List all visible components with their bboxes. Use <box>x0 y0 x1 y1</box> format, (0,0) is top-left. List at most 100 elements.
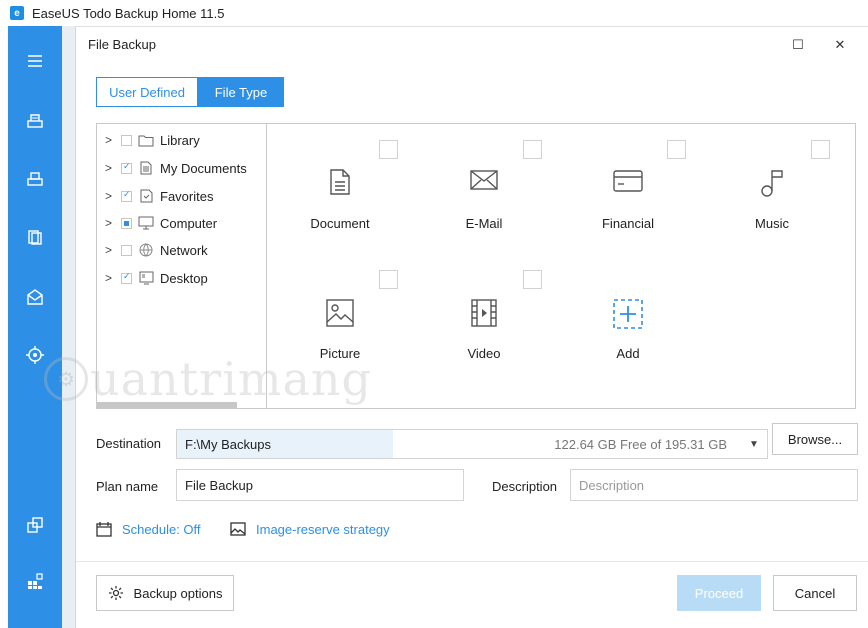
image-reserve-text: Image-reserve strategy <box>256 521 390 537</box>
file-type-label: Document <box>310 216 370 231</box>
tab-file-type[interactable]: File Type <box>198 77 284 107</box>
gear-icon <box>108 586 123 600</box>
picture-icon <box>275 298 405 328</box>
system-backup-icon[interactable] <box>8 164 62 194</box>
tree-item-computer[interactable]: > Computer <box>105 213 217 233</box>
file-type-add[interactable]: Add <box>563 262 693 372</box>
app-title: EaseUS Todo Backup Home 11.5 <box>32 5 225 21</box>
destination-label: Destination <box>96 436 162 451</box>
calendar-icon <box>96 522 112 537</box>
document-icon <box>138 161 154 175</box>
tree-item-favorites[interactable]: > Favorites <box>105 186 213 206</box>
source-panel: > Library > My Documents > Favorites > <box>96 123 856 409</box>
chevron-right-icon[interactable]: > <box>105 271 117 285</box>
tree-item-desktop[interactable]: > Desktop <box>105 268 208 288</box>
checkbox[interactable] <box>667 140 686 159</box>
chevron-down-icon[interactable]: ▼ <box>741 439 767 450</box>
description-input[interactable]: Description <box>570 469 858 501</box>
tab-user-defined[interactable]: User Defined <box>96 77 198 107</box>
maximize-button[interactable]: ☐ <box>788 35 808 55</box>
chevron-right-icon[interactable]: > <box>105 133 117 147</box>
video-icon <box>419 298 549 328</box>
file-type-music[interactable]: Music <box>707 132 837 242</box>
schedule-link[interactable]: Schedule: Off <box>96 521 201 537</box>
destination-free-space: 122.64 GB Free of 195.31 GB <box>554 436 727 452</box>
app-titlebar: e EaseUS Todo Backup Home 11.5 <box>0 0 868 26</box>
plan-name-input[interactable]: File Backup <box>176 469 464 501</box>
checkbox[interactable] <box>121 244 132 256</box>
dialog-title: File Backup <box>88 37 156 52</box>
folder-icon <box>138 133 154 147</box>
tree-item-network[interactable]: > Network <box>105 240 208 260</box>
backup-options-button[interactable]: Backup options <box>96 575 234 611</box>
computer-icon <box>138 216 154 230</box>
checkbox[interactable] <box>121 161 132 174</box>
file-type-label: Picture <box>319 346 361 361</box>
backup-options-label: Backup options <box>133 585 223 601</box>
checkbox[interactable] <box>379 270 398 289</box>
tree-item-label: Network <box>160 242 208 258</box>
file-type-label: Financial <box>601 216 655 231</box>
file-backup-dialog: File Backup ☐ ✕ User Defined File Type >… <box>76 26 868 628</box>
tools-icon[interactable] <box>8 566 62 596</box>
proceed-button[interactable]: Proceed <box>677 575 761 611</box>
file-backup-icon[interactable] <box>8 222 62 252</box>
checkbox[interactable] <box>523 140 542 159</box>
app-logo-icon: e <box>10 6 24 20</box>
horizontal-scrollbar[interactable] <box>97 402 237 408</box>
chevron-right-icon[interactable]: > <box>105 243 117 257</box>
checkbox[interactable] <box>121 134 132 146</box>
add-icon[interactable] <box>563 298 693 330</box>
document-type-icon <box>275 168 405 196</box>
file-type-picture[interactable]: Picture <box>275 262 405 372</box>
destination-select[interactable]: F:\My Backups 122.64 GB Free of 195.31 G… <box>176 429 768 459</box>
network-icon <box>138 243 154 257</box>
file-type-label: Add <box>616 346 640 361</box>
window-frame <box>62 26 76 628</box>
file-type-document[interactable]: Document <box>275 132 405 242</box>
checkbox[interactable] <box>121 189 132 202</box>
mail-backup-icon[interactable] <box>8 282 62 312</box>
checkbox[interactable] <box>379 140 398 159</box>
location-tree: > Library > My Documents > Favorites > <box>97 124 267 408</box>
file-type-label: Music <box>755 216 789 231</box>
tree-item-label: My Documents <box>160 160 247 176</box>
tree-item-label: Library <box>160 132 200 148</box>
description-label: Description <box>492 479 558 494</box>
financial-icon <box>563 168 693 194</box>
close-button[interactable]: ✕ <box>830 35 850 55</box>
file-type-label: Video <box>467 346 501 361</box>
chevron-right-icon[interactable]: > <box>105 189 117 203</box>
checkbox[interactable] <box>523 270 542 289</box>
file-type-financial[interactable]: Financial <box>563 132 693 242</box>
checkbox[interactable] <box>121 271 132 284</box>
tree-item-library[interactable]: > Library <box>105 130 200 150</box>
tree-item-my-documents[interactable]: > My Documents <box>105 158 247 178</box>
checkbox[interactable] <box>121 217 132 229</box>
checkbox[interactable] <box>811 140 830 159</box>
destination-path: F:\My Backups <box>177 430 393 458</box>
file-type-email[interactable]: E-Mail <box>419 132 549 242</box>
plan-name-label: Plan name <box>96 479 159 494</box>
schedule-text: Schedule: Off <box>122 521 201 537</box>
music-icon <box>707 168 837 198</box>
image-reserve-link[interactable]: Image-reserve strategy <box>230 521 390 537</box>
image-icon <box>230 522 246 536</box>
desktop-icon <box>138 271 154 285</box>
footer-separator <box>76 561 868 562</box>
disk-backup-icon[interactable] <box>8 106 62 136</box>
chevron-right-icon[interactable]: > <box>105 216 117 230</box>
clone-icon[interactable] <box>8 510 62 540</box>
tree-item-label: Computer <box>160 215 218 231</box>
file-type-video[interactable]: Video <box>419 262 549 372</box>
cancel-button[interactable]: Cancel <box>773 575 857 611</box>
source-tabs: User Defined File Type <box>96 77 284 107</box>
email-icon <box>419 168 549 192</box>
browse-button[interactable]: Browse... <box>772 423 858 455</box>
menu-icon[interactable] <box>8 46 62 76</box>
favorites-icon <box>138 189 154 203</box>
left-nav-bar <box>8 26 62 628</box>
chevron-right-icon[interactable]: > <box>105 161 117 175</box>
smart-backup-icon[interactable] <box>8 340 62 370</box>
file-type-label: E-Mail <box>465 216 503 231</box>
